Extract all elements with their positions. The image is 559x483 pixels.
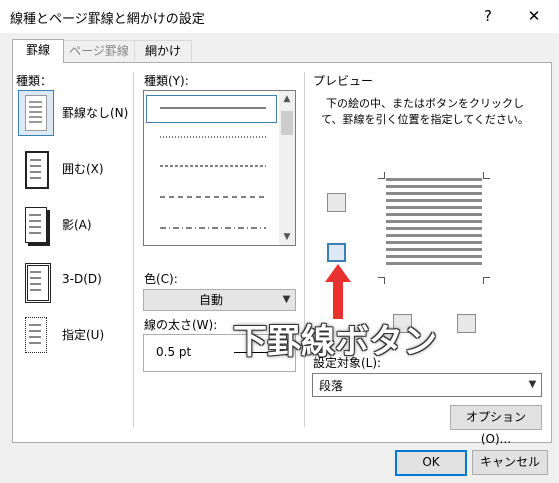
- options-button[interactable]: オプション(O)...: [450, 405, 542, 446]
- setting-heading: 種類：: [16, 74, 53, 88]
- setting-box[interactable]: 囲む(X): [18, 146, 138, 192]
- setting-box-icon: [18, 146, 54, 192]
- preview-instructions: 下の絵の中、またはボタンをクリックして、罫線を引く位置を指定してください。: [321, 97, 529, 126]
- color-value: 自動: [198, 293, 223, 307]
- setting-3d[interactable]: 3-D(D): [18, 258, 138, 304]
- line-style-scrollbar[interactable]: ▲ ▼: [279, 91, 295, 245]
- line-style-samples: [160, 107, 266, 229]
- top-border-button[interactable]: [327, 193, 346, 212]
- color-dropdown[interactable]: 自動 ▼: [143, 289, 296, 311]
- width-label: 線の太さ(W):: [144, 318, 218, 332]
- ok-button[interactable]: OK: [395, 450, 467, 476]
- separator-2: [304, 72, 305, 427]
- setting-none-icon: [18, 90, 54, 136]
- setting-custom-icon: [18, 312, 54, 358]
- setting-none[interactable]: 罫線なし(N): [18, 90, 138, 136]
- help-button[interactable]: ?: [466, 4, 510, 28]
- scroll-up-icon[interactable]: ▲: [279, 91, 295, 107]
- setting-custom[interactable]: 指定(U): [18, 312, 138, 358]
- window-title: 線種とページ罫線と網かけの設定: [10, 12, 205, 27]
- preview-area[interactable]: [378, 172, 490, 284]
- cancel-button[interactable]: キャンセル: [472, 450, 548, 475]
- setting-none-label: 罫線なし(N): [62, 106, 129, 120]
- bottom-border-button[interactable]: [327, 243, 346, 262]
- chevron-down-icon: ▼: [528, 379, 537, 390]
- setting-custom-label: 指定(U): [62, 328, 105, 342]
- tab-borders[interactable]: 罫線: [12, 39, 64, 63]
- setting-3d-icon: [18, 258, 54, 304]
- color-label: 色(C):: [144, 272, 178, 286]
- setting-shadow[interactable]: 影(A): [18, 202, 138, 248]
- scroll-down-icon[interactable]: ▼: [279, 229, 295, 245]
- tab-strip: 罫線 ページ罫線 網かけ: [12, 39, 212, 63]
- tab-shading[interactable]: 網かけ: [134, 40, 192, 62]
- right-border-button[interactable]: [457, 314, 476, 333]
- setting-shadow-icon: [18, 202, 54, 248]
- apply-to-label: 設定対象(L):: [313, 356, 382, 370]
- close-button[interactable]: ✕: [512, 4, 556, 28]
- setting-shadow-label: 影(A): [62, 218, 92, 232]
- chevron-down-icon: ▼: [282, 294, 291, 305]
- setting-list: 罫線なし(N) 囲む(X) 影(A) 3-D(D) 指定(U): [14, 90, 134, 390]
- apply-to-dropdown[interactable]: 段落 ▼: [312, 373, 542, 397]
- separator-1: [133, 72, 134, 427]
- line-style-list[interactable]: ▲ ▼: [143, 90, 296, 246]
- annotation-arrow: [325, 264, 351, 319]
- apply-to-value: 段落: [319, 379, 344, 393]
- tab-page-borders[interactable]: ページ罫線: [62, 40, 136, 62]
- style-heading: 種類(Y):: [144, 74, 189, 88]
- preview-text-lines: [386, 178, 482, 268]
- setting-box-label: 囲む(X): [62, 162, 104, 176]
- preview-heading: プレビュー: [313, 74, 374, 88]
- setting-3d-label: 3-D(D): [62, 272, 102, 286]
- scroll-thumb[interactable]: [281, 111, 293, 135]
- width-value: 0.5 pt: [156, 345, 192, 359]
